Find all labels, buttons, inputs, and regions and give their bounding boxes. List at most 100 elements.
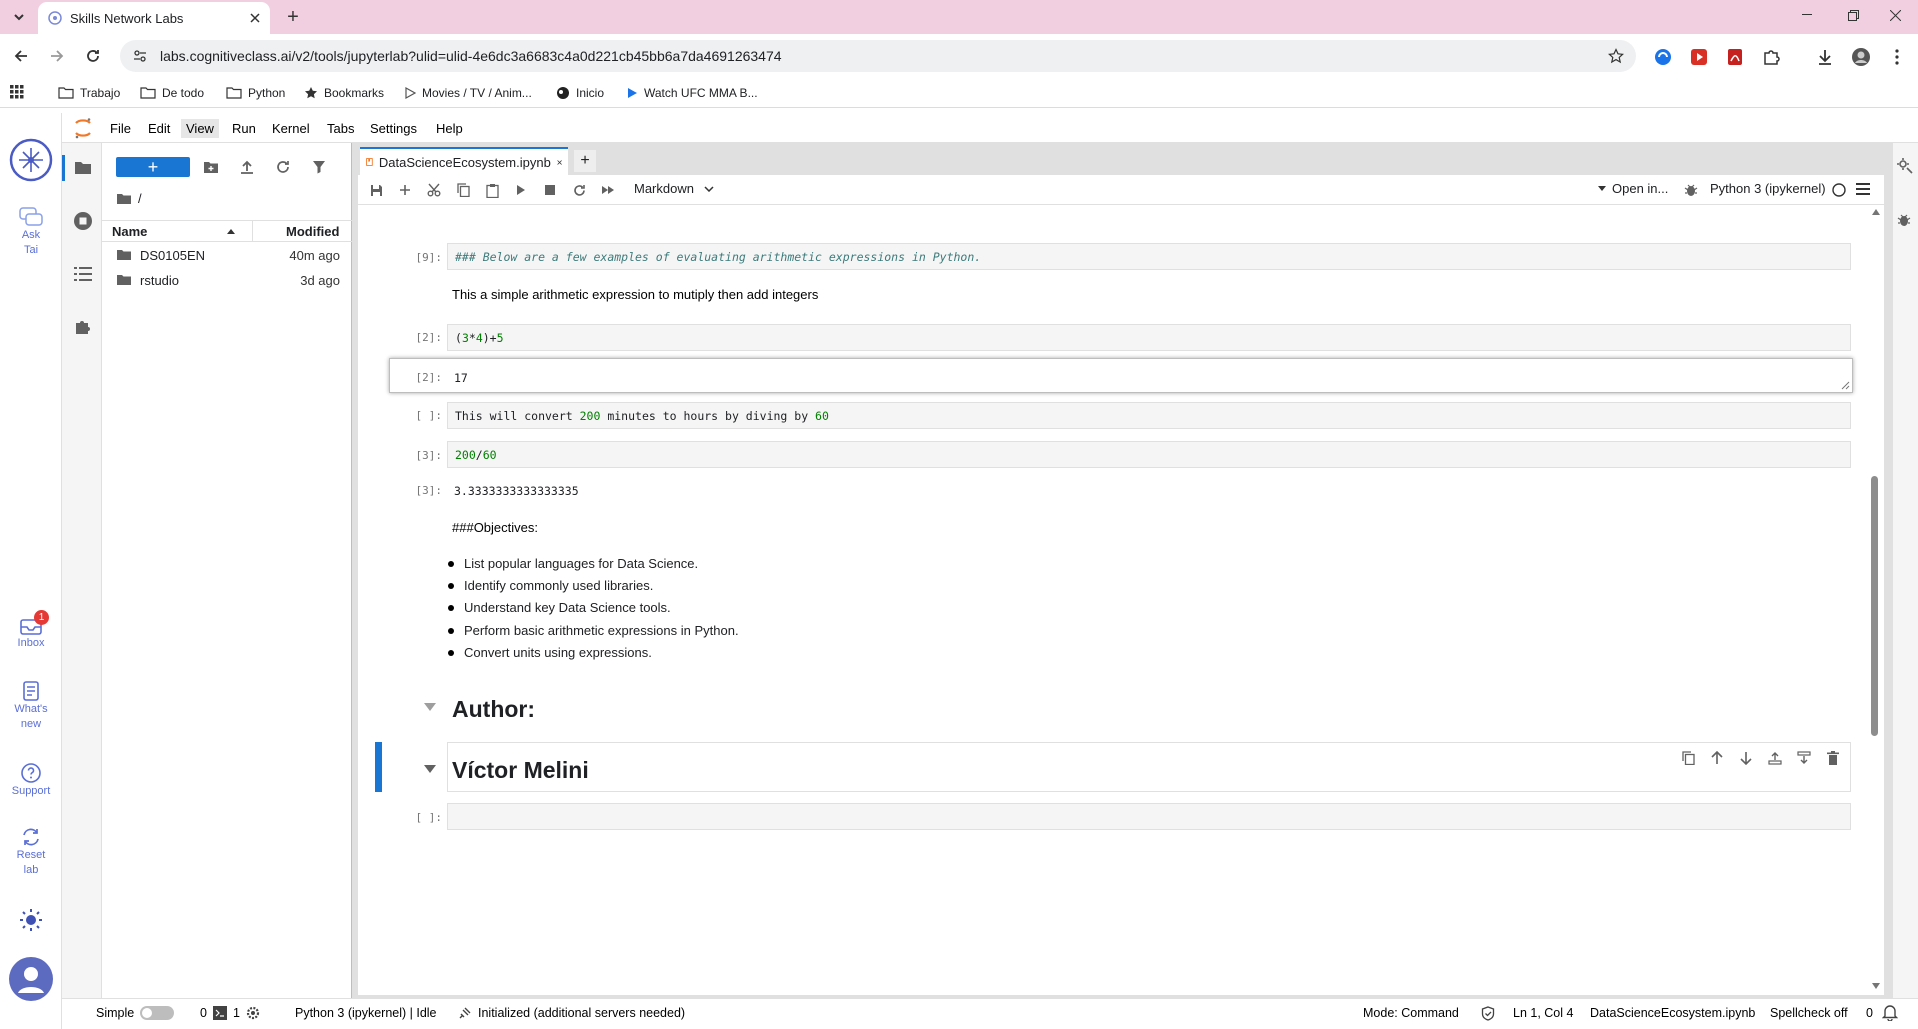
current-file-name[interactable]: DataScienceEcosystem.ipynb — [1590, 1006, 1755, 1020]
code-cell-editor[interactable]: 200/60 — [447, 441, 1851, 468]
ask-tai-button[interactable]: Ask Tai — [0, 206, 62, 258]
code-cell-editor[interactable]: This will convert 200 minutes to hours b… — [447, 402, 1851, 429]
bookmark-movies[interactable]: Movies / TV / Anim... — [404, 84, 532, 102]
pdf-extension-icon[interactable] — [1724, 46, 1746, 68]
menu-settings[interactable]: Settings — [365, 119, 422, 138]
menu-kernel[interactable]: Kernel — [267, 119, 315, 138]
move-down-icon[interactable] — [1736, 748, 1756, 768]
column-modified-header[interactable]: Modified — [286, 224, 339, 239]
bookmark-trabajo[interactable]: Trabajo — [58, 84, 120, 102]
menu-run[interactable]: Run — [227, 119, 261, 138]
whats-new-button[interactable]: What's new — [0, 680, 62, 732]
move-up-icon[interactable] — [1707, 748, 1727, 768]
notebook-menu-icon[interactable] — [1856, 183, 1870, 195]
add-tab-button[interactable]: + — [574, 150, 596, 172]
new-launcher-button[interactable]: + — [116, 157, 190, 177]
refresh-icon[interactable] — [273, 157, 293, 177]
minimize-button[interactable] — [1784, 0, 1830, 30]
restart-run-all-icon[interactable] — [598, 180, 618, 200]
terminals-count[interactable]: 0 1 — [200, 1006, 260, 1020]
stop-icon[interactable] — [540, 180, 560, 200]
reset-lab-button[interactable]: Reset lab — [0, 826, 62, 878]
new-tab-button[interactable]: + — [282, 6, 304, 28]
bookmark-bookmarks[interactable]: Bookmarks — [304, 84, 384, 102]
puzzle-icon[interactable] — [1760, 46, 1782, 68]
insert-cell-icon[interactable] — [395, 180, 415, 200]
menu-help[interactable]: Help — [431, 119, 468, 138]
kernel-status[interactable]: Python 3 (ipykernel) | Idle — [295, 1006, 437, 1020]
resize-grip-icon[interactable] — [1841, 381, 1850, 390]
kernel-name-button[interactable]: Python 3 (ipykernel) — [1710, 181, 1826, 196]
browser-menu-icon[interactable] — [1886, 46, 1908, 68]
cut-icon[interactable] — [424, 180, 444, 200]
bookmark-python[interactable]: Python — [226, 84, 285, 102]
table-of-contents-icon[interactable] — [72, 263, 94, 285]
upload-icon[interactable] — [237, 157, 257, 177]
code-cell-editor[interactable]: ### Below are a few examples of evaluati… — [447, 243, 1851, 270]
simple-mode-toggle[interactable]: Simple — [96, 1006, 175, 1020]
save-icon[interactable] — [366, 180, 386, 200]
file-browser-tab-icon[interactable] — [72, 157, 94, 179]
collapse-heading-icon[interactable] — [424, 703, 436, 711]
debugger-bug-icon[interactable] — [1897, 213, 1911, 227]
menu-tabs[interactable]: Tabs — [322, 119, 359, 138]
theme-toggle-button[interactable] — [0, 908, 62, 932]
download-icon[interactable] — [1814, 46, 1836, 68]
new-folder-icon[interactable] — [201, 157, 221, 177]
tab-search-button[interactable] — [8, 6, 30, 28]
extensions-puzzle-icon[interactable] — [72, 316, 94, 338]
lsp-status[interactable]: Initialized (additional servers needed) — [458, 1006, 685, 1020]
cell-type-dropdown[interactable]: Markdown — [634, 181, 714, 196]
toggle-switch[interactable] — [140, 1006, 175, 1020]
notifications-count[interactable]: 0 — [1866, 1006, 1873, 1020]
notebook-tab[interactable]: DataScienceEcosystem.ipynb — [360, 147, 568, 175]
user-avatar-button[interactable] — [0, 956, 62, 1002]
cursor-position[interactable]: Ln 1, Col 4 — [1513, 1006, 1573, 1020]
delete-cell-icon[interactable] — [1823, 748, 1843, 768]
run-icon[interactable] — [511, 180, 531, 200]
extension-1-icon[interactable] — [1652, 46, 1674, 68]
close-icon[interactable] — [250, 13, 260, 23]
browser-tab[interactable]: Skills Network Labs — [38, 2, 270, 34]
inbox-button[interactable]: 1 Inbox — [0, 610, 62, 651]
forward-button[interactable] — [44, 43, 70, 69]
duplicate-cell-icon[interactable] — [1678, 748, 1698, 768]
back-button[interactable] — [8, 43, 34, 69]
file-row[interactable]: rstudio 3d ago — [102, 268, 352, 292]
code-cell-editor[interactable]: (3*4)+5 — [447, 324, 1851, 351]
spellcheck-status[interactable]: Spellcheck off — [1770, 1006, 1848, 1020]
file-row[interactable]: DS0105EN 40m ago — [102, 243, 352, 267]
site-info-icon[interactable] — [132, 48, 148, 64]
bookmark-star-icon[interactable] — [1608, 48, 1624, 64]
scroll-up-icon[interactable] — [1872, 209, 1880, 215]
reload-button[interactable] — [80, 43, 106, 69]
apps-grid-icon[interactable] — [10, 85, 24, 99]
code-cell-editor[interactable] — [447, 803, 1851, 830]
profile-avatar-icon[interactable] — [1850, 46, 1872, 68]
support-button[interactable]: Support — [0, 762, 62, 799]
address-bar[interactable]: labs.cognitiveclass.ai/v2/tools/jupyterl… — [120, 40, 1636, 72]
column-name-header[interactable]: Name — [112, 224, 147, 239]
filter-icon[interactable] — [309, 157, 329, 177]
restart-kernel-icon[interactable] — [569, 180, 589, 200]
copy-icon[interactable] — [453, 180, 473, 200]
extension-2-icon[interactable] — [1688, 46, 1710, 68]
menu-file[interactable]: File — [105, 119, 136, 138]
restore-button[interactable] — [1830, 0, 1876, 30]
skills-network-logo-icon[interactable] — [9, 138, 53, 182]
markdown-cell-active[interactable] — [447, 742, 1851, 792]
insert-above-icon[interactable] — [1765, 748, 1785, 768]
bell-icon[interactable] — [1882, 1004, 1898, 1021]
scrollbar-thumb[interactable] — [1871, 476, 1878, 736]
shield-check-icon[interactable] — [1481, 1006, 1495, 1021]
open-in-dropdown[interactable]: Open in... — [1598, 181, 1668, 196]
collapse-heading-icon[interactable] — [424, 765, 436, 773]
bookmark-inicio[interactable]: Inicio — [556, 84, 604, 102]
close-window-button[interactable] — [1872, 0, 1918, 30]
close-icon[interactable] — [557, 158, 562, 167]
bookmark-ufc[interactable]: Watch UFC MMA B... — [626, 84, 758, 102]
breadcrumb[interactable]: / — [116, 191, 142, 206]
insert-below-icon[interactable] — [1794, 748, 1814, 768]
menu-view[interactable]: View — [181, 119, 219, 138]
paste-icon[interactable] — [482, 180, 502, 200]
